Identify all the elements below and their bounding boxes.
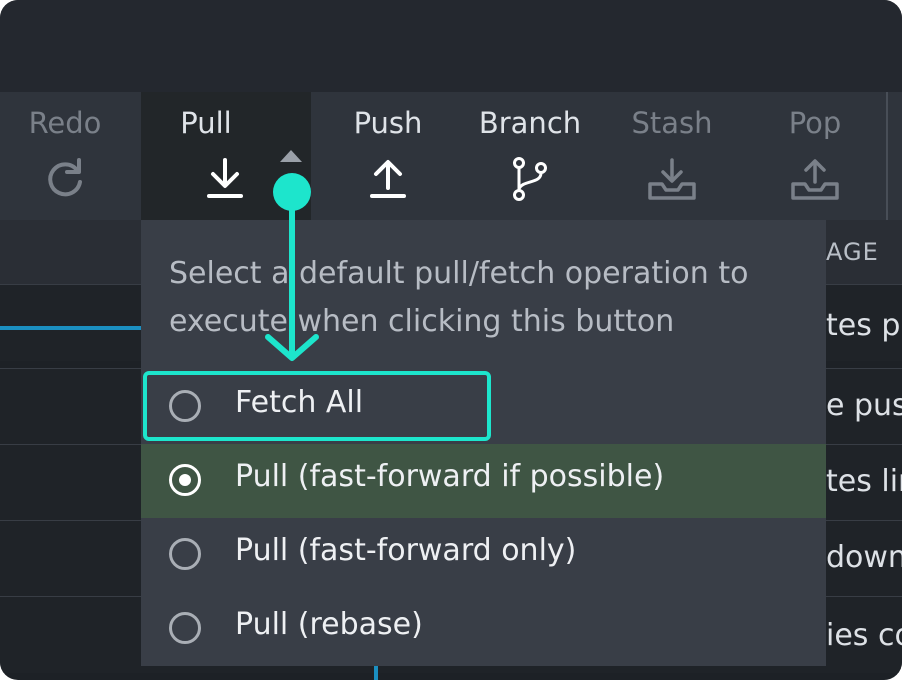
app-window: Redo Pull Push Branch Stash Pop AGE tes … xyxy=(0,0,902,680)
annotation-arrow-icon xyxy=(265,173,319,361)
